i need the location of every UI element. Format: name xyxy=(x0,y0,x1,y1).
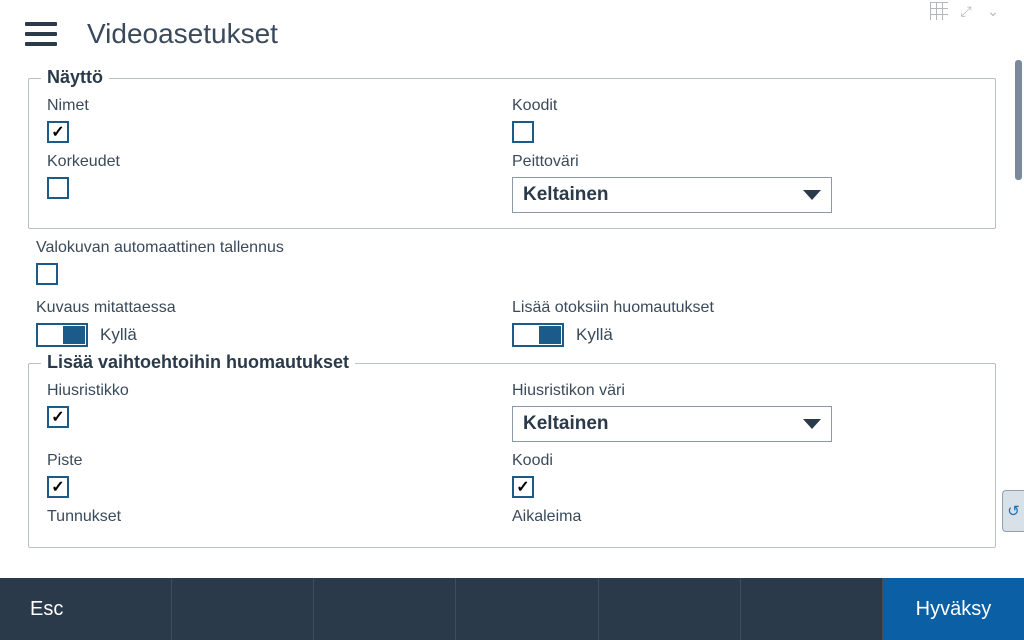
crosshair-label: Hiusristikko xyxy=(47,382,512,400)
measure-desc-label: Kuvaus mitattaessa xyxy=(36,299,512,317)
scrollbar[interactable] xyxy=(1015,60,1022,180)
accept-button[interactable]: Hyväksy xyxy=(883,578,1024,640)
page-title: Videoasetukset xyxy=(87,18,278,50)
names-checkbox[interactable] xyxy=(47,121,69,143)
id-label: Tunnukset xyxy=(47,508,512,526)
measure-desc-state: Kyllä xyxy=(100,325,137,345)
crosshair-color-select[interactable]: Keltainen xyxy=(512,406,832,442)
caret-down-icon xyxy=(803,419,821,429)
display-fieldset: Näyttö Nimet Koodit Korkeudet Peittoväri… xyxy=(28,78,996,229)
options-legend: Lisää vaihtoehtoihin huomautukset xyxy=(41,352,355,373)
crosshair-color-label: Hiusristikon väri xyxy=(512,382,977,400)
crosshair-checkbox[interactable] xyxy=(47,406,69,428)
footer-slot-6[interactable] xyxy=(741,578,883,640)
timestamp-label: Aikaleima xyxy=(512,508,977,526)
footer-slot-5[interactable] xyxy=(599,578,741,640)
add-notes-toggle[interactable] xyxy=(512,323,564,347)
display-legend: Näyttö xyxy=(41,67,109,88)
codes-checkbox[interactable] xyxy=(512,121,534,143)
auto-save-checkbox[interactable] xyxy=(36,263,58,285)
auto-save-label: Valokuvan automaattinen tallennus xyxy=(36,239,988,257)
names-label: Nimet xyxy=(47,97,512,115)
footer-slot-3[interactable] xyxy=(314,578,456,640)
add-notes-label: Lisää otoksiin huomautukset xyxy=(512,299,988,317)
hamburger-menu[interactable] xyxy=(25,22,57,46)
heights-label: Korkeudet xyxy=(47,153,512,171)
footer-slot-2[interactable] xyxy=(172,578,314,640)
chevron-down-icon[interactable]: ⌄ xyxy=(982,0,1004,22)
footer-slot-4[interactable] xyxy=(456,578,598,640)
top-right-toolbar: ⤢ ⌄ xyxy=(928,0,1004,22)
options-fieldset: Lisää vaihtoehtoihin huomautukset Hiusri… xyxy=(28,363,996,548)
point-label: Piste xyxy=(47,452,512,470)
add-notes-state: Kyllä xyxy=(576,325,613,345)
coverage-color-label: Peittoväri xyxy=(512,153,977,171)
caret-down-icon xyxy=(803,190,821,200)
code-checkbox[interactable] xyxy=(512,476,534,498)
coverage-color-value: Keltainen xyxy=(523,184,609,206)
grid-icon[interactable] xyxy=(928,0,950,22)
footer-bar: Esc Hyväksy xyxy=(0,578,1024,640)
coverage-color-select[interactable]: Keltainen xyxy=(512,177,832,213)
esc-button[interactable]: Esc xyxy=(0,578,172,640)
point-checkbox[interactable] xyxy=(47,476,69,498)
codes-label: Koodit xyxy=(512,97,977,115)
heights-checkbox[interactable] xyxy=(47,177,69,199)
crosshair-color-value: Keltainen xyxy=(523,413,609,435)
expand-icon[interactable]: ⤢ xyxy=(955,0,977,22)
side-tab-icon[interactable]: ↺ xyxy=(1002,490,1024,532)
measure-desc-toggle[interactable] xyxy=(36,323,88,347)
code-label: Koodi xyxy=(512,452,977,470)
